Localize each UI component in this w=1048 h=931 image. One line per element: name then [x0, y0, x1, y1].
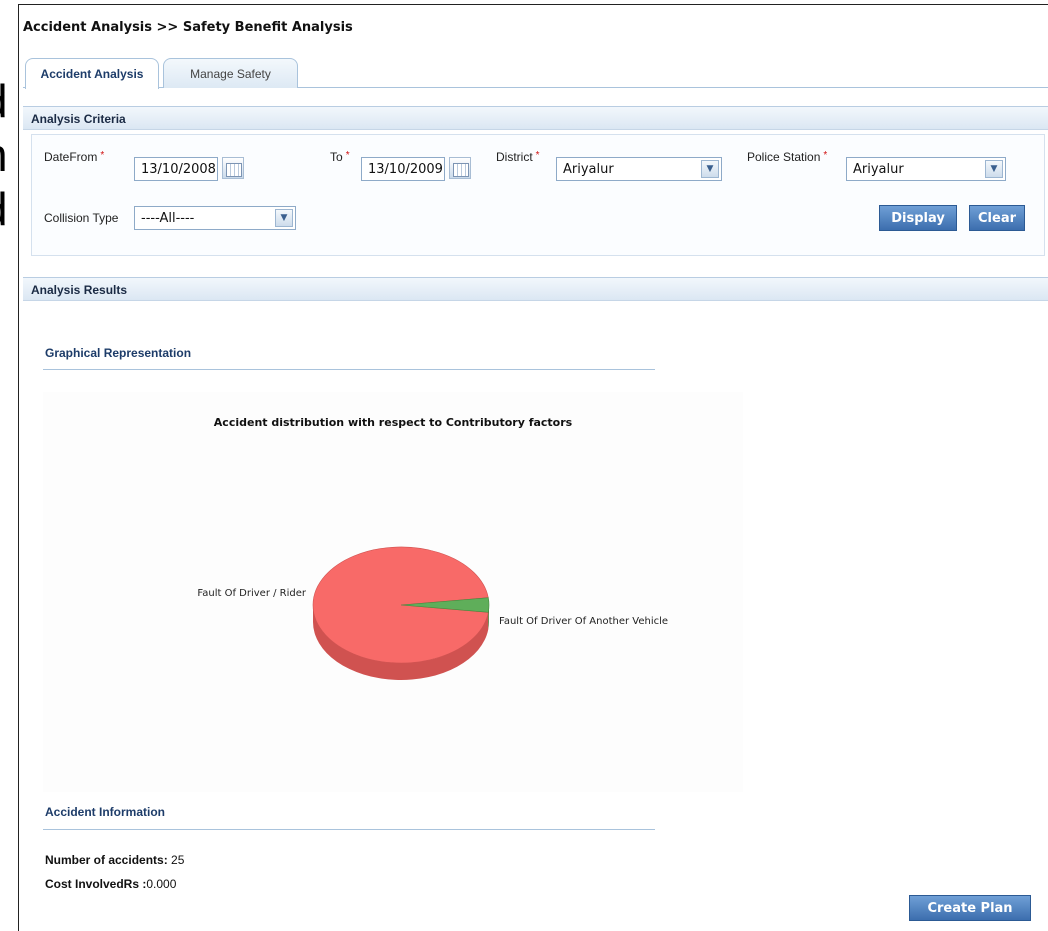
collision-type-select[interactable]: ----All---- ▼: [134, 206, 296, 230]
police-station-select[interactable]: Ariyalur ▼: [846, 157, 1006, 181]
analysis-results-panel: Analysis Results Graphical Representatio…: [23, 277, 1048, 931]
clear-button[interactable]: Clear: [969, 205, 1025, 231]
pie-chart: Accident distribution with respect to Co…: [43, 392, 743, 792]
accident-information-title: Accident Information: [45, 805, 166, 819]
date-from-input[interactable]: 13/10/2008: [134, 157, 218, 181]
graphical-representation-title: Graphical Representation: [45, 346, 192, 360]
pie-label: Fault Of Driver / Rider: [197, 588, 306, 599]
breadcrumb: Accident Analysis >> Safety Benefit Anal…: [23, 20, 353, 35]
application-window: Accident Analysis >> Safety Benefit Anal…: [18, 4, 1048, 931]
number-of-accidents: Number of accidents: 25: [45, 853, 185, 867]
tab-bar: Accident Analysis Manage Safety: [23, 56, 1048, 89]
to-label: To *: [330, 150, 350, 164]
analysis-criteria-panel: Analysis Criteria DateFrom * 13/10/2008 T…: [23, 106, 1048, 260]
collision-type-select-value: ----All----: [141, 211, 195, 226]
create-plan-button[interactable]: Create Plan: [909, 895, 1031, 921]
pie-label: Fault Of Driver Of Another Vehicle: [499, 616, 668, 627]
display-button[interactable]: Display: [879, 205, 957, 231]
police-station-label: Police Station *: [747, 150, 828, 164]
date-from-label: DateFrom *: [44, 150, 105, 164]
pie-chart-svg: Accident distribution with respect to Co…: [197, 416, 668, 680]
chevron-down-icon[interactable]: ▼: [275, 209, 293, 227]
chart-title: Accident distribution with respect to Co…: [214, 416, 573, 429]
cost-involved: Cost InvolvedRs :0.000: [45, 877, 177, 891]
section-divider: [43, 369, 655, 370]
chevron-down-icon[interactable]: ▼: [701, 160, 719, 178]
date-from-calendar-icon[interactable]: [222, 157, 244, 179]
collision-type-label: Collision Type: [44, 211, 119, 225]
chevron-down-icon[interactable]: ▼: [985, 160, 1003, 178]
background-letter: d: [0, 186, 8, 232]
criteria-form: DateFrom * 13/10/2008 To * 13/10/2009 Dist…: [31, 134, 1045, 256]
district-label: District *: [496, 150, 540, 164]
background-letter: n: [0, 132, 8, 178]
district-select[interactable]: Ariyalur ▼: [556, 157, 722, 181]
analysis-criteria-title: Analysis Criteria: [23, 106, 1048, 130]
tab-accident-analysis[interactable]: Accident Analysis: [25, 58, 159, 89]
district-select-value: Ariyalur: [563, 162, 614, 177]
police-station-select-value: Ariyalur: [853, 162, 904, 177]
date-to-calendar-icon[interactable]: [449, 157, 471, 179]
analysis-results-title: Analysis Results: [23, 277, 1048, 301]
background-letter: d: [0, 78, 8, 124]
date-to-input[interactable]: 13/10/2009: [361, 157, 445, 181]
tab-manage-safety[interactable]: Manage Safety: [163, 58, 298, 88]
section-divider: [43, 829, 655, 830]
